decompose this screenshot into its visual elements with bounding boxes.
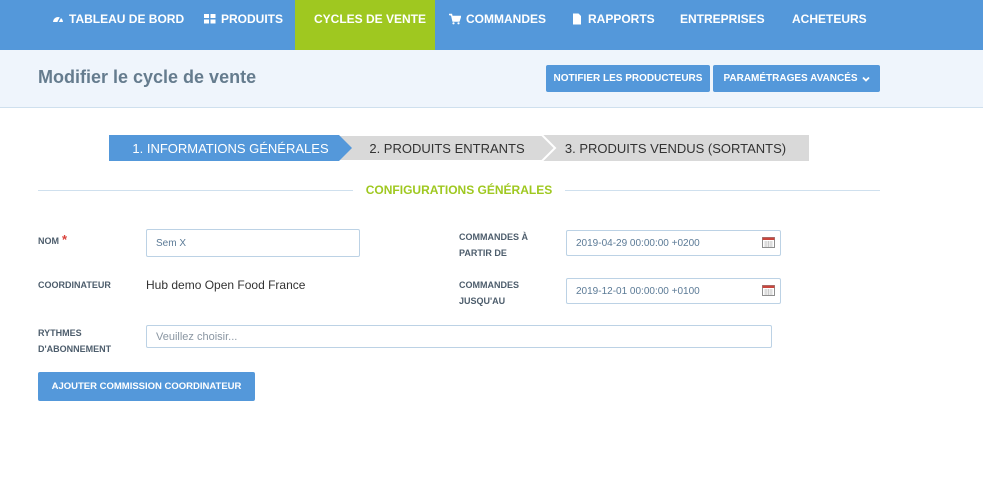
file-icon bbox=[573, 13, 581, 25]
nav-item-enterprises[interactable]: ENTREPRISES bbox=[666, 0, 779, 50]
label-line: JUSQU'AU bbox=[459, 296, 506, 306]
name-label-text: NOM bbox=[38, 236, 59, 246]
nav-label: TABLEAU DE BORD bbox=[69, 12, 185, 26]
orders-until-value: 2019-12-01 00:00:00 +0100 bbox=[576, 285, 700, 297]
section-divider bbox=[565, 190, 880, 191]
notify-producers-label: NOTIFIER LES PRODUCTEURS bbox=[553, 73, 703, 84]
calendar-icon[interactable] bbox=[762, 285, 775, 296]
step-label: 2. PRODUITS ENTRANTS bbox=[369, 140, 525, 156]
step-label: 3. PRODUITS VENDUS (SORTANTS) bbox=[564, 140, 787, 156]
nav-label: RAPPORTS bbox=[588, 12, 655, 26]
top-navigation: TABLEAU DE BORD PRODUITS CYCLES DE VENTE… bbox=[0, 0, 983, 58]
cart-icon bbox=[449, 13, 461, 25]
nav-item-dashboard[interactable]: TABLEAU DE BORD bbox=[38, 0, 198, 50]
add-coordinator-commission-button[interactable]: AJOUTER COMMISSION COORDINATEUR bbox=[38, 372, 255, 401]
section-divider bbox=[38, 190, 353, 191]
nav-item-buyers[interactable]: ACHETEURS bbox=[778, 0, 881, 50]
nav-label: ACHETEURS bbox=[792, 12, 867, 26]
label-line: RYTHMES bbox=[38, 328, 82, 338]
add-coordinator-commission-label: AJOUTER COMMISSION COORDINATEUR bbox=[51, 381, 242, 392]
step-outgoing-products[interactable]: 3. PRODUITS VENDUS (SORTANTS) bbox=[542, 135, 809, 161]
nav-label: CYCLES DE VENTE bbox=[314, 12, 427, 26]
step-label: 1. INFORMATIONS GÉNÉRALES bbox=[132, 140, 329, 156]
name-field[interactable]: Sem X bbox=[146, 229, 360, 257]
nav-label: ENTREPRISES bbox=[680, 12, 765, 26]
nav-item-reports[interactable]: RAPPORTS bbox=[557, 0, 669, 50]
name-label: NOM * bbox=[38, 232, 67, 249]
nav-item-sales-cycles[interactable]: CYCLES DE VENTE bbox=[295, 0, 435, 58]
label-line: COMMANDES À bbox=[459, 232, 528, 242]
nav-item-orders[interactable]: COMMANDES bbox=[435, 0, 560, 50]
name-field-value: Sem X bbox=[156, 237, 187, 249]
chevron-down-icon bbox=[861, 76, 870, 82]
advanced-settings-label: PARAMÉTRAGES AVANCÉS bbox=[723, 73, 858, 84]
coordinator-label: COORDINATEUR bbox=[38, 280, 111, 290]
dashboard-icon bbox=[53, 17, 63, 23]
orders-from-label: COMMANDES À PARTIR DE bbox=[459, 229, 528, 261]
nav-item-products[interactable]: PRODUITS bbox=[190, 0, 297, 50]
section-title: CONFIGURATIONS GÉNÉRALES bbox=[365, 183, 553, 197]
coordinator-value: Hub demo Open Food France bbox=[146, 278, 306, 292]
required-marker: * bbox=[62, 232, 68, 247]
subscription-rhythms-select[interactable]: Veuillez choisir... bbox=[146, 325, 772, 348]
calendar-icon[interactable] bbox=[762, 237, 775, 248]
step-incoming-products[interactable]: 2. PRODUITS ENTRANTS bbox=[336, 135, 558, 161]
label-line: COMMANDES bbox=[459, 280, 519, 290]
orders-from-value: 2019-04-29 00:00:00 +0200 bbox=[576, 237, 700, 249]
orders-until-label: COMMANDES JUSQU'AU bbox=[459, 277, 519, 309]
nav-label: COMMANDES bbox=[466, 12, 546, 26]
notify-producers-button[interactable]: NOTIFIER LES PRODUCTEURS bbox=[546, 65, 710, 92]
orders-until-datetime-field[interactable]: 2019-12-01 00:00:00 +0100 bbox=[566, 278, 781, 304]
advanced-settings-button[interactable]: PARAMÉTRAGES AVANCÉS bbox=[713, 65, 880, 92]
wizard-steps: 3. PRODUITS VENDUS (SORTANTS) 2. PRODUIT… bbox=[109, 135, 809, 161]
orders-from-datetime-field[interactable]: 2019-04-29 00:00:00 +0200 bbox=[566, 230, 781, 256]
label-line: PARTIR DE bbox=[459, 248, 507, 258]
label-line: D'ABONNEMENT bbox=[38, 344, 112, 354]
subscription-rhythms-label: RYTHMES D'ABONNEMENT bbox=[38, 325, 111, 357]
step-general-info[interactable]: 1. INFORMATIONS GÉNÉRALES bbox=[109, 135, 352, 161]
nav-label: PRODUITS bbox=[221, 12, 284, 26]
grid-icon bbox=[204, 14, 216, 24]
rhythms-placeholder: Veuillez choisir... bbox=[156, 330, 238, 343]
page-title: Modifier le cycle de vente bbox=[38, 67, 257, 87]
